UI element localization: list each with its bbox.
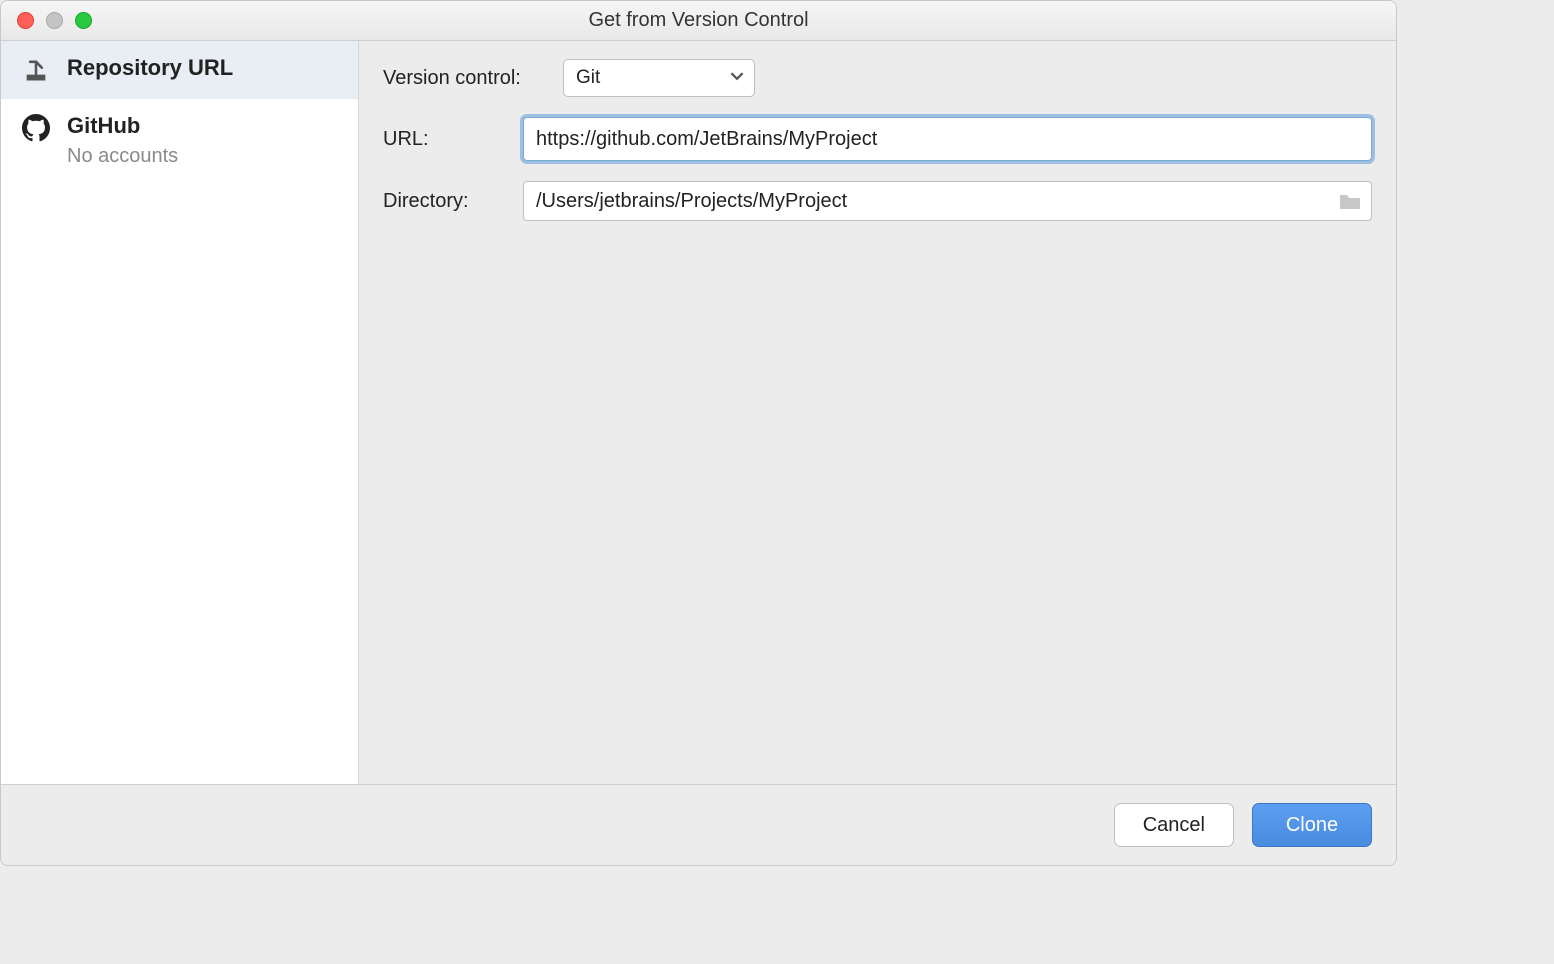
dialog-footer: Cancel Clone <box>1 784 1396 865</box>
sidebar-item-github[interactable]: GitHub No accounts <box>1 99 358 182</box>
clone-button-label: Clone <box>1286 814 1338 837</box>
sidebar-item-sublabel: No accounts <box>67 145 178 168</box>
url-input[interactable] <box>523 117 1372 161</box>
sidebar: Repository URL GitHub No accounts <box>1 41 359 784</box>
url-label: URL: <box>383 128 513 151</box>
window-minimize-button[interactable] <box>46 12 63 29</box>
clone-button[interactable]: Clone <box>1252 803 1372 847</box>
sidebar-item-repository-url[interactable]: Repository URL <box>1 41 358 99</box>
vcs-row: Version control: Git <box>383 59 1372 97</box>
sidebar-item-label: GitHub <box>67 113 178 139</box>
github-icon <box>21 113 51 143</box>
cancel-button-label: Cancel <box>1143 814 1205 837</box>
sidebar-item-label: Repository URL <box>67 55 233 81</box>
folder-icon <box>1338 191 1362 211</box>
cancel-button[interactable]: Cancel <box>1114 803 1234 847</box>
repository-url-icon <box>21 55 51 85</box>
window-zoom-button[interactable] <box>75 12 92 29</box>
browse-folder-button[interactable] <box>1336 189 1364 213</box>
window-close-button[interactable] <box>17 12 34 29</box>
directory-label: Directory: <box>383 190 513 213</box>
chevron-down-icon <box>730 67 744 89</box>
dialog-window: Get from Version Control Repository URL <box>0 0 1397 866</box>
vcs-select[interactable]: Git <box>563 59 755 97</box>
vcs-select-value: Git <box>576 67 600 89</box>
main-panel: Version control: Git URL: Directory: <box>359 41 1396 784</box>
vcs-label: Version control: <box>383 67 553 90</box>
directory-row: Directory: <box>383 181 1372 221</box>
traffic-lights <box>1 12 92 29</box>
url-row: URL: <box>383 117 1372 161</box>
dialog-body: Repository URL GitHub No accounts Versio… <box>1 41 1396 784</box>
titlebar: Get from Version Control <box>1 1 1396 41</box>
window-title: Get from Version Control <box>1 9 1396 32</box>
directory-input[interactable] <box>523 181 1372 221</box>
